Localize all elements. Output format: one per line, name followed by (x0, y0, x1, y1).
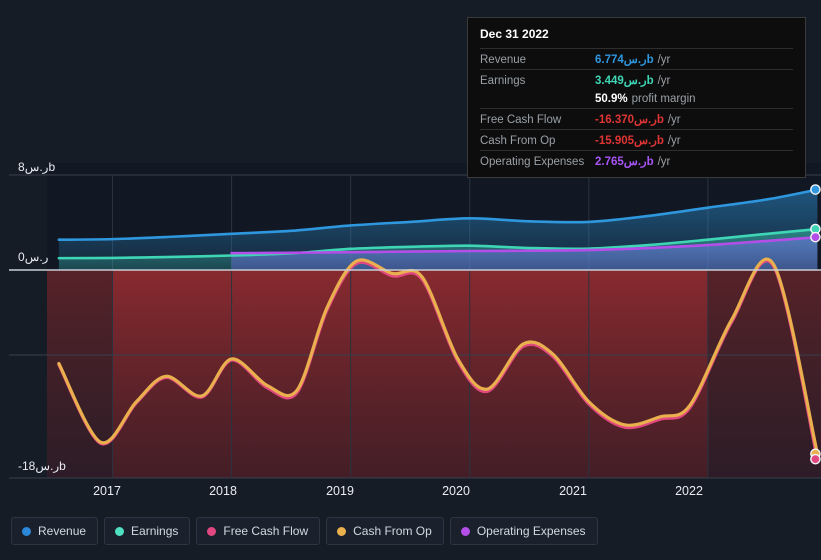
legend-item-operating-expenses[interactable]: Operating Expenses (449, 517, 598, 545)
legend-color-dot-icon (337, 526, 347, 536)
tooltip-row-suffix: /yr (667, 135, 681, 147)
legend-color-dot-icon (460, 526, 470, 536)
tooltip-row-label: Free Cash Flow (480, 114, 562, 126)
y-axis-label-top: 8ر.سb (18, 160, 56, 174)
tooltip-row-suffix: /yr (657, 75, 671, 87)
legend-item-label: Earnings (131, 524, 179, 538)
legend-item-label: Revenue (38, 524, 87, 538)
tooltip-rows: Revenue 6.774ر.سb/yr Earnings 3.449ر.سb/yr 5… (480, 48, 793, 171)
tooltip-row: 50.9% profit margin (480, 90, 793, 108)
y-axis-label-zero: 0ر.س (18, 250, 49, 264)
legend-color-dot-icon (115, 526, 125, 536)
legend-item-label: Operating Expenses (476, 524, 586, 538)
tooltip-row-suffix: /yr (657, 156, 671, 168)
legend-item-free-cash-flow[interactable]: Free Cash Flow (196, 517, 321, 545)
tooltip-row: Operating Expenses 2.765ر.سb/yr (480, 150, 793, 171)
x-axis-label-2022: 2022 (675, 484, 703, 498)
tooltip-row-value: 3.449ر.سb (595, 75, 654, 87)
tooltip-row-value: 2.765ر.سb (595, 156, 654, 168)
tooltip-row: Cash From Op -15.905ر.سb/yr (480, 129, 793, 150)
tooltip-row-label: Earnings (480, 75, 526, 87)
tooltip-row-suffix: /yr (667, 114, 681, 126)
tooltip-row-label: Revenue (480, 54, 527, 66)
tooltip-row-value: -15.905ر.سb (595, 135, 664, 147)
legend-color-dot-icon (207, 526, 217, 536)
tooltip-row-suffix: /yr (657, 54, 671, 66)
tooltip-row-label: Cash From Op (480, 135, 556, 147)
legend-item-revenue[interactable]: Revenue (11, 517, 99, 545)
tooltip-row: Free Cash Flow -16.370ر.سb/yr (480, 108, 793, 129)
x-axis-label-2017: 2017 (93, 484, 121, 498)
tooltip-date: Dec 31 2022 (480, 27, 549, 41)
chart-tooltip: Dec 31 2022 Revenue 6.774ر.سb/yr Earnings 3… (467, 17, 806, 178)
legend-item-cash-from-op[interactable]: Cash From Op (326, 517, 444, 545)
tooltip-row-value: 50.9% (595, 93, 628, 105)
x-axis-label-2019: 2019 (326, 484, 354, 498)
tooltip-row-value: 6.774ر.سb (595, 54, 654, 66)
legend-item-label: Free Cash Flow (223, 524, 309, 538)
x-axis-label-2021: 2021 (559, 484, 587, 498)
y-axis-label-bottom: -18ر.سb (18, 459, 66, 473)
tooltip-row-value: -16.370ر.سb (595, 114, 664, 126)
tooltip-row: Earnings 3.449ر.سb/yr (480, 69, 793, 90)
chart-legend: Revenue Earnings Free Cash Flow Cash From O… (11, 517, 598, 545)
tooltip-row: Revenue 6.774ر.سb/yr (480, 48, 793, 69)
tooltip-row-suffix: profit margin (631, 93, 696, 105)
legend-item-earnings[interactable]: Earnings (104, 517, 191, 545)
tooltip-row-label: Operating Expenses (480, 156, 585, 168)
legend-color-dot-icon (22, 526, 31, 536)
x-axis-label-2018: 2018 (209, 484, 237, 498)
legend-item-label: Cash From Op (353, 524, 432, 538)
x-axis-label-2020: 2020 (442, 484, 470, 498)
